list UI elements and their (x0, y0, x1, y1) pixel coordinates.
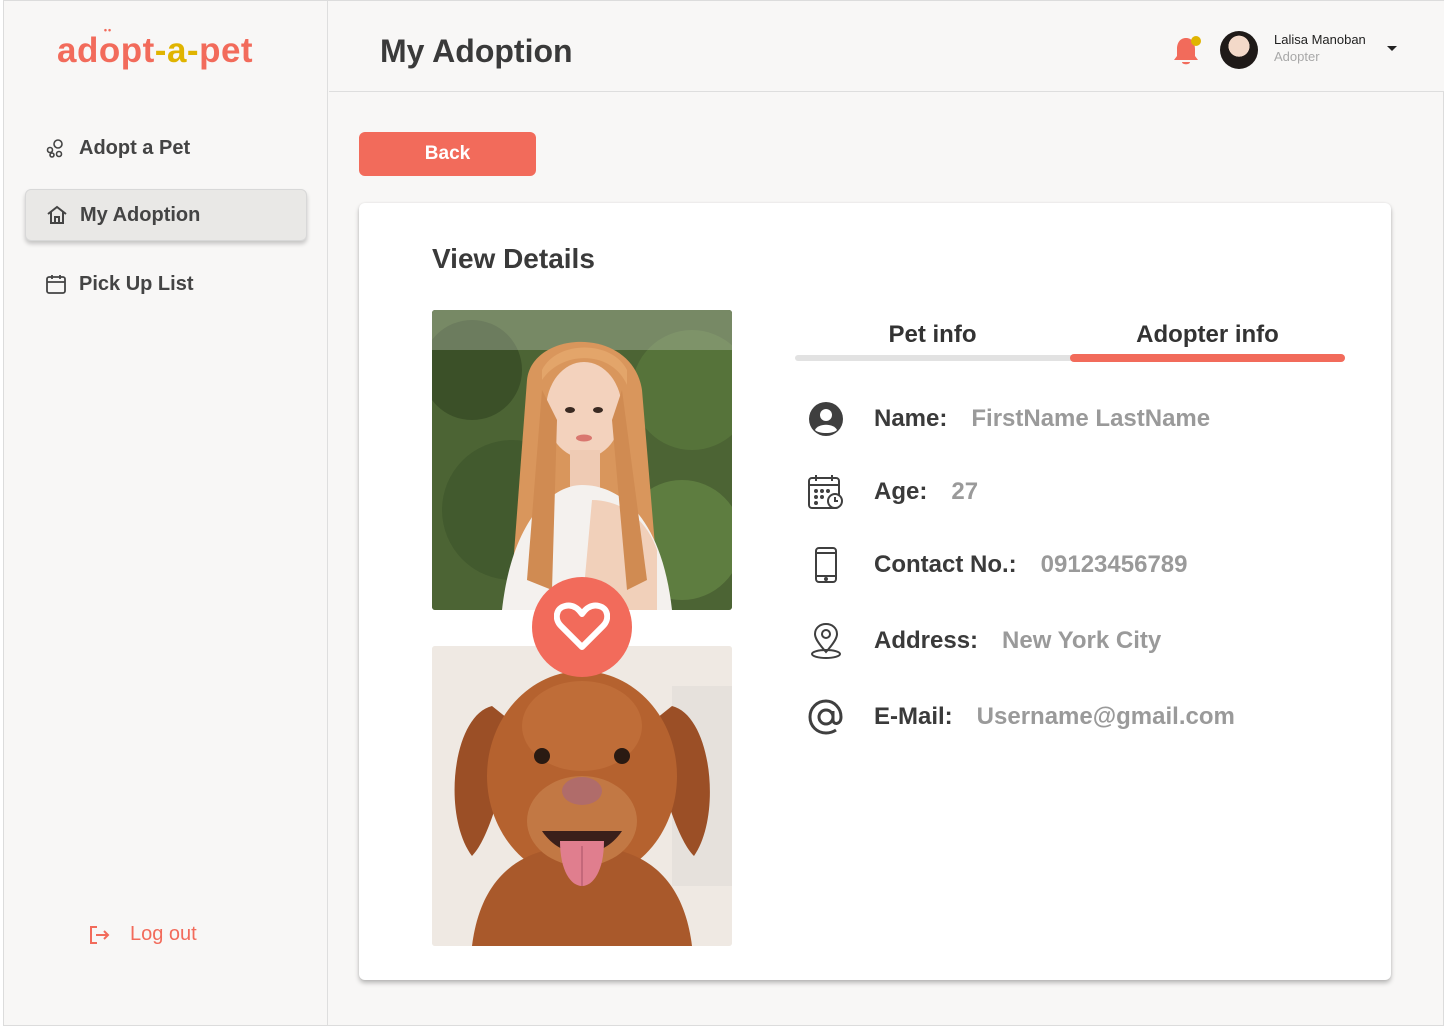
top-header: My Adoption Lalisa Manoban Adopter (329, 1, 1444, 92)
logo-text: pet (199, 31, 254, 70)
info-row-address: Address: New York City (806, 621, 1161, 661)
details-card: View Details Pet info Adopter info Name:… (359, 203, 1391, 980)
field-value: New York City (1002, 627, 1162, 654)
adopter-photo (432, 310, 732, 610)
field-label: Name: (874, 405, 948, 432)
brand-logo[interactable]: ad •• opt-a-pet (57, 25, 254, 71)
field-label: Contact No.: (874, 551, 1017, 578)
logo-paw-letter: •• o (98, 25, 121, 70)
phone-icon (806, 545, 846, 585)
tab-adopter-info[interactable]: Adopter info (1070, 321, 1345, 349)
paw-circles-icon (45, 137, 67, 159)
location-pin-icon (806, 621, 846, 661)
logout-button[interactable]: Log out (88, 923, 197, 946)
sidebar: ad••opt-a-pet Adopt a Pet My Adoption (4, 1, 328, 1025)
info-tabs: Pet info Adopter info (795, 321, 1345, 365)
bell-icon[interactable] (1171, 34, 1203, 73)
field-value: FirstName LastName (971, 405, 1211, 432)
chevron-down-icon[interactable] (1387, 46, 1397, 51)
active-tab-indicator (1070, 354, 1345, 362)
logo-text: ad (57, 31, 99, 70)
sidebar-item-adopt-a-pet[interactable]: Adopt a Pet (25, 122, 307, 174)
user-circle-icon (806, 399, 846, 439)
avatar[interactable] (1220, 31, 1258, 69)
logout-icon (88, 924, 110, 946)
page-title: My Adoption (380, 33, 573, 69)
heart-icon (532, 577, 632, 677)
home-icon (46, 204, 68, 226)
app-window: ad••opt-a-pet Adopt a Pet My Adoption (3, 0, 1444, 1026)
info-row-contact: Contact No.: 09123456789 (806, 545, 1187, 585)
at-sign-icon (806, 697, 846, 737)
field-label: Age: (874, 478, 928, 505)
sidebar-item-my-adoption[interactable]: My Adoption (25, 189, 307, 241)
logout-label: Log out (130, 923, 197, 945)
tab-pet-info[interactable]: Pet info (795, 321, 1070, 349)
info-row-name: Name: FirstName LastName (806, 399, 1210, 439)
user-name: Lalisa Manoban (1274, 32, 1366, 47)
info-row-age: Age: 27 (806, 472, 978, 512)
calendar-icon (45, 273, 67, 295)
field-label: Address: (874, 627, 979, 654)
calendar-clock-icon (806, 472, 846, 512)
sidebar-item-label: Pick Up List (79, 272, 194, 295)
logo-text: pt (120, 31, 155, 70)
sidebar-item-pick-up-list[interactable]: Pick Up List (25, 258, 307, 310)
logo-text: -a- (154, 31, 200, 70)
field-value: Username@gmail.com (976, 703, 1235, 730)
field-value: 09123456789 (1040, 551, 1188, 578)
info-row-email: E-Mail: Username@gmail.com (806, 697, 1235, 737)
user-role: Adopter (1274, 49, 1320, 64)
card-title: View Details (432, 243, 595, 274)
back-button[interactable]: Back (359, 132, 536, 176)
field-label: E-Mail: (874, 703, 953, 730)
sidebar-item-label: Adopt a Pet (79, 136, 191, 159)
field-value: 27 (951, 478, 979, 505)
pet-photo (432, 646, 732, 946)
sidebar-item-label: My Adoption (80, 203, 201, 226)
